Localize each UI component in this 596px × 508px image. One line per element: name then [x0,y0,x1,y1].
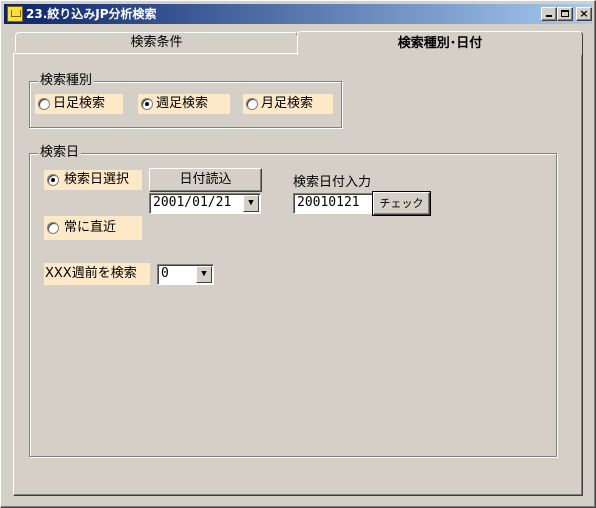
radio-daily-label: 日足検索 [53,96,106,111]
radio-always-latest[interactable]: 常に直近 [44,216,142,240]
chevron-down-icon: ▼ [201,269,207,279]
check-button[interactable]: チェック [372,191,431,216]
app-window: 23.絞り込みJP分析検索 × 検索条件 検索種別･日付 検索種別 日足検索 週… [0,0,596,508]
search-type-legend: 検索種別 [38,73,95,89]
minimize-icon [546,15,552,17]
search-date-legend: 検索日 [38,145,82,161]
weeks-before-dropdown-button[interactable]: ▼ [196,266,212,283]
radio-weekly-circle[interactable] [141,98,153,110]
radio-always-latest-label: 常に直近 [64,220,117,235]
window-title: 23.絞り込みJP分析検索 [26,7,157,21]
close-button[interactable]: × [576,7,592,21]
radio-weekly[interactable]: 週足検索 [138,94,230,114]
date-input-label: 検索日付入力 [293,175,372,190]
maximize-icon [561,10,569,17]
date-combo-value: 2001/01/21 [153,195,232,210]
radio-select-date-label: 検索日選択 [64,172,130,187]
minimize-button[interactable] [541,7,557,21]
maximize-button[interactable] [557,7,573,21]
date-input[interactable]: 20010121 [293,193,373,214]
radio-monthly-circle[interactable] [246,98,258,110]
date-combo-dropdown-button[interactable]: ▼ [243,195,259,212]
tab-search-conditions[interactable]: 検索条件 [15,32,298,52]
radio-always-latest-circle[interactable] [47,222,59,234]
radio-monthly[interactable]: 月足検索 [243,94,333,114]
radio-select-date[interactable]: 検索日選択 [44,170,142,190]
weeks-before-combo[interactable]: 0 ▼ [157,264,214,285]
radio-monthly-label: 月足検索 [261,96,314,111]
radio-daily-circle[interactable] [38,98,50,110]
date-combo[interactable]: 2001/01/21 ▼ [149,193,261,214]
app-icon [7,6,23,22]
tab-search-type-date[interactable]: 検索種別･日付 [297,31,583,55]
read-date-button[interactable]: 日付読込 [149,168,262,192]
radio-select-date-circle[interactable] [47,174,59,186]
radio-weekly-label: 週足検索 [156,96,209,111]
title-bar[interactable]: 23.絞り込みJP分析検索 × [4,4,592,24]
weeks-before-label-box: XXX週前を検索 [44,263,150,285]
chevron-down-icon: ▼ [248,198,254,208]
weeks-before-label: XXX週前を検索 [45,266,137,281]
radio-daily[interactable]: 日足検索 [35,94,123,114]
weeks-before-value: 0 [161,266,169,281]
close-icon: × [579,7,589,20]
